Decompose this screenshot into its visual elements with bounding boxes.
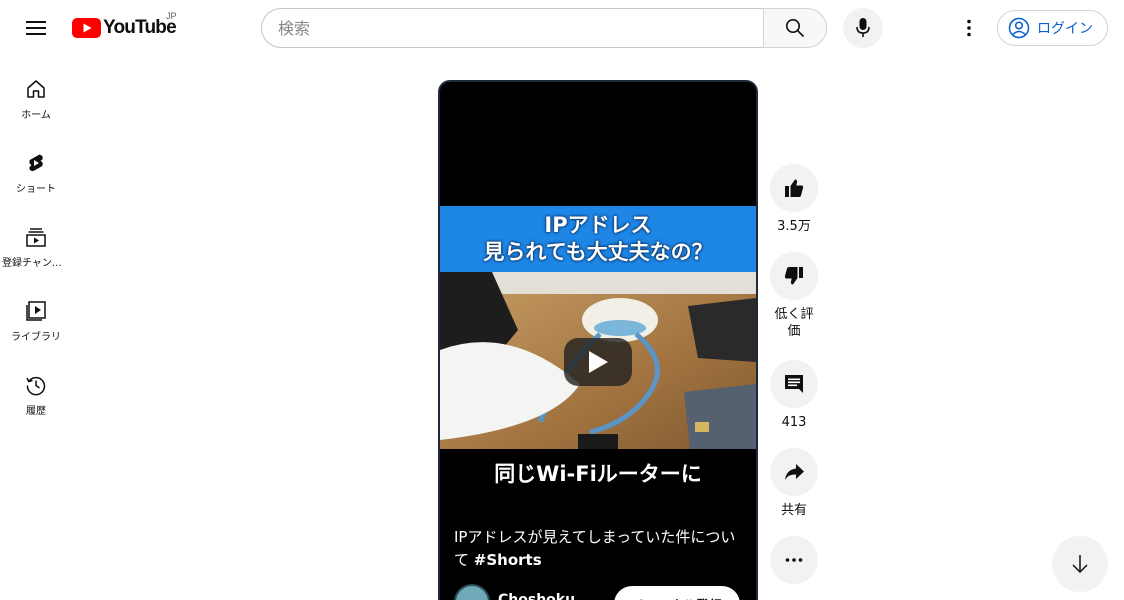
subscriptions-icon	[26, 228, 46, 247]
video-title[interactable]: IPアドレスが見えてしまっていた件について #Shorts	[454, 526, 746, 572]
search-button[interactable]	[763, 8, 827, 48]
microphone-icon	[856, 18, 870, 37]
arrow-down-icon	[1072, 555, 1088, 574]
sidebar-item-history[interactable]: 履歴	[0, 352, 72, 426]
history-icon	[26, 376, 46, 396]
banner-line-2: 見られても大丈夫なの？	[483, 240, 713, 264]
channel-row: Choshoku チャンネル登録	[454, 584, 746, 600]
horizontal-dots-icon	[785, 558, 803, 562]
shorts-video-player[interactable]: IPアドレス 見られても大丈夫なの？ 同じWi-Fiルーターに IPアドレスが見…	[438, 80, 758, 600]
play-button[interactable]	[564, 338, 632, 386]
channel-avatar[interactable]	[454, 584, 490, 600]
voice-search-button[interactable]	[843, 8, 883, 48]
guide-menu-button[interactable]	[16, 8, 56, 48]
masthead: YouTube JP ログイン	[0, 0, 1124, 56]
banner-line-1: IPアドレス	[544, 213, 652, 237]
sidebar-item-label: 履歴	[26, 406, 46, 417]
more-actions-button[interactable]	[770, 536, 818, 584]
like-count: 3.5万	[777, 219, 811, 234]
shorts-icon	[29, 154, 43, 172]
logo-country-code: JP	[166, 11, 177, 21]
home-icon	[27, 80, 45, 98]
comments-action: 413	[770, 360, 818, 431]
youtube-play-logo-icon	[72, 18, 101, 38]
search-box[interactable]	[261, 8, 764, 48]
video-hashtag[interactable]: #Shorts	[474, 551, 542, 569]
more-action	[770, 536, 818, 584]
sidebar-item-label: ショート	[16, 184, 56, 195]
share-button[interactable]	[770, 448, 818, 496]
login-label: ログイン	[1037, 21, 1093, 37]
next-video-button[interactable]	[1052, 536, 1108, 592]
share-action: 共有	[770, 448, 818, 519]
sidebar-item-label: ホーム	[21, 110, 51, 121]
comment-count: 413	[781, 415, 807, 430]
library-icon	[26, 301, 46, 321]
dislike-button[interactable]	[770, 252, 818, 300]
vertical-dots-icon	[967, 19, 971, 37]
subscribe-button[interactable]: チャンネル登録	[614, 586, 740, 600]
dislike-action: 低く評価	[770, 252, 818, 340]
comment-icon	[785, 375, 803, 393]
sidebar-item-shorts[interactable]: ショート	[0, 130, 72, 204]
search-icon	[786, 19, 805, 38]
thumbs-down-icon	[784, 267, 803, 285]
channel-name[interactable]: Choshoku	[498, 592, 598, 600]
hamburger-menu-icon	[26, 21, 46, 35]
sidebar-item-subscriptions[interactable]: 登録チャンネル	[0, 204, 72, 278]
sidebar-item-home[interactable]: ホーム	[0, 56, 72, 130]
sidebar-item-label: 登録チャンネル	[2, 258, 70, 269]
share-arrow-icon	[785, 464, 804, 480]
share-label: 共有	[780, 503, 807, 518]
dislike-label: 低く評価	[774, 307, 814, 339]
account-circle-icon	[1008, 17, 1030, 39]
login-button[interactable]: ログイン	[997, 10, 1108, 46]
like-action: 3.5万	[770, 164, 818, 235]
video-caption: 同じWi-Fiルーターに	[494, 462, 702, 486]
thumbs-up-icon	[785, 179, 804, 197]
video-title-banner: IPアドレス 見られても大丈夫なの？	[440, 206, 756, 272]
sidebar-item-library[interactable]: ライブラリ	[0, 278, 72, 352]
settings-more-button[interactable]	[949, 8, 989, 48]
youtube-logo[interactable]: YouTube JP	[72, 11, 177, 42]
comments-button[interactable]	[770, 360, 818, 408]
play-icon	[589, 351, 608, 373]
search-input[interactable]	[278, 18, 748, 38]
mini-guide-sidebar: ホーム ショート 登録チャンネル ライブラリ 履歴	[0, 56, 72, 426]
sidebar-item-label: ライブラリ	[11, 332, 61, 343]
logo-wordmark: YouTube	[103, 17, 177, 38]
like-button[interactable]	[770, 164, 818, 212]
